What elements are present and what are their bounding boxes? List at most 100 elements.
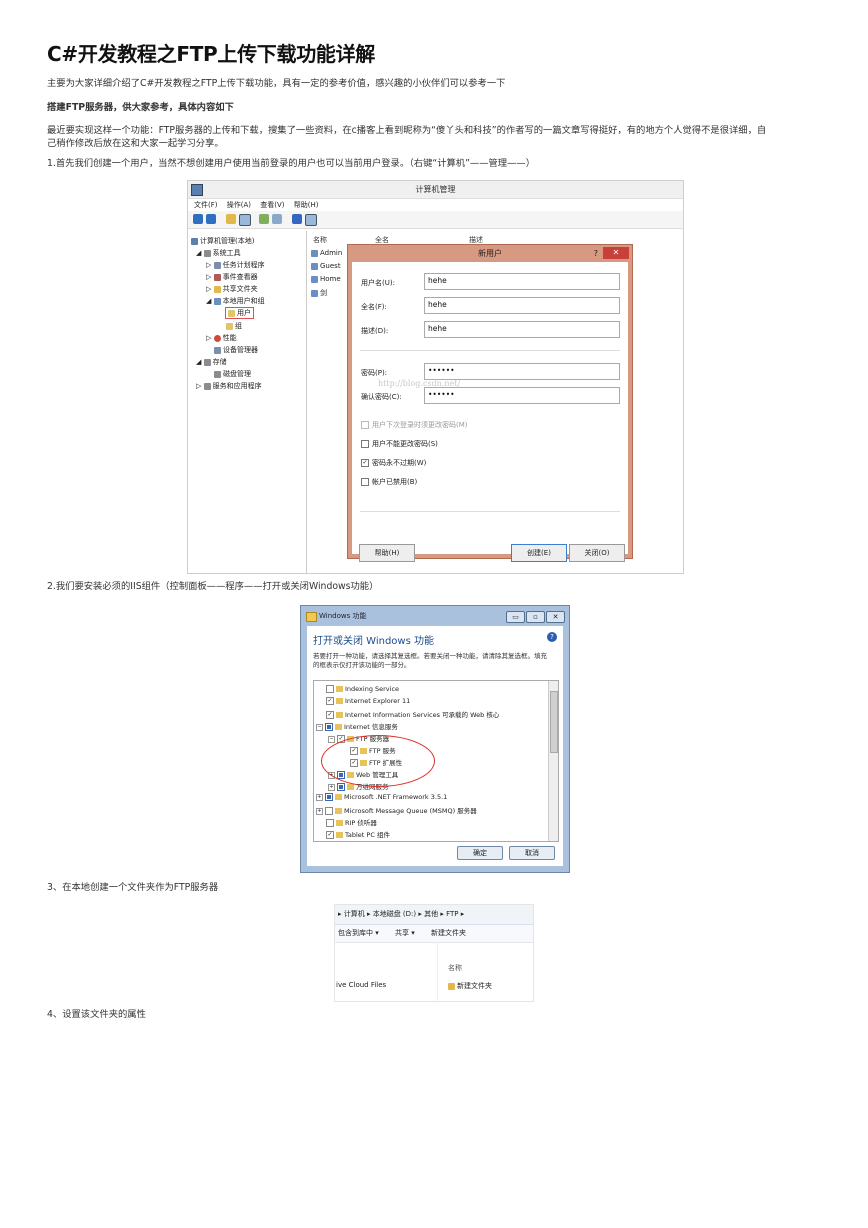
menu-view[interactable]: 查看(V) bbox=[260, 201, 284, 209]
create-button[interactable]: 创建(E) bbox=[511, 544, 567, 562]
password-field[interactable]: •••••• bbox=[424, 363, 620, 380]
minimize-icon[interactable]: ▭ bbox=[506, 611, 525, 623]
feature-dotnet-35[interactable]: + Microsoft .NET Framework 3.5.1 bbox=[316, 793, 447, 801]
user-icon bbox=[311, 262, 318, 270]
column-name[interactable]: 名称 bbox=[448, 963, 462, 973]
feature-msmq[interactable]: + Microsoft Message Queue (MSMQ) 服务器 bbox=[316, 805, 477, 815]
dialog-titlebar: 新用户 ? ✕ bbox=[348, 245, 632, 262]
nav-item-cloud-files[interactable]: ive Cloud Files bbox=[336, 981, 386, 989]
ok-button[interactable]: 确定 bbox=[457, 846, 503, 860]
window-title: 计算机管理 bbox=[415, 185, 456, 194]
tree-storage[interactable]: ◢ 存储 bbox=[196, 357, 227, 367]
address-bar[interactable]: ▸ 计算机 ▸ 本地磁盘 (D:) ▸ 其他 ▸ FTP ▸ bbox=[335, 905, 533, 925]
include-in-library-button[interactable]: 包含到库中 ▾ bbox=[338, 929, 379, 937]
feature-tablet-pc[interactable]: ✓ Tablet PC 组件 bbox=[326, 829, 390, 839]
toolbar bbox=[188, 211, 683, 229]
tree-shared-folders[interactable]: ▷ 共享文件夹 bbox=[206, 284, 258, 294]
scrollbar[interactable] bbox=[548, 681, 558, 841]
list-item[interactable]: Admin bbox=[311, 249, 342, 257]
list-item[interactable]: 新建文件夹 bbox=[448, 981, 492, 991]
tree-event-viewer[interactable]: ▷ 事件查看器 bbox=[206, 272, 258, 282]
help-icon[interactable]: ? bbox=[594, 245, 598, 262]
feature-iis[interactable]: − Internet 信息服务 bbox=[316, 721, 398, 731]
list-item[interactable]: 剑 bbox=[311, 288, 327, 298]
share-button[interactable]: 共享 ▾ bbox=[395, 929, 415, 937]
feature-rip-listener[interactable]: RIP 侦听器 bbox=[326, 817, 377, 827]
checkbox-cannot-change-password[interactable]: 用户不能更改密码(S) bbox=[361, 439, 438, 449]
expand-icon[interactable]: + bbox=[316, 793, 323, 801]
navigation-tree: 计算机管理(本地) ◢ 系统工具 ▷ 任务计划程序 ▷ 事件查看器 ▷ 共享文件… bbox=[188, 231, 307, 573]
close-button[interactable]: 关闭(O) bbox=[569, 544, 625, 562]
maximize-icon[interactable]: ▫ bbox=[526, 611, 545, 623]
checkbox-must-change-password[interactable]: 用户下次登录时须更改密码(M) bbox=[361, 420, 468, 430]
help-icon[interactable] bbox=[292, 214, 302, 224]
close-icon[interactable]: ✕ bbox=[603, 247, 629, 259]
windows-features-icon bbox=[306, 612, 317, 622]
export-icon[interactable] bbox=[259, 214, 269, 224]
step-2-text: 2.我们要安装必须的IIS组件（控制面板——程序——打开或关闭Windows功能… bbox=[47, 581, 379, 592]
tree-services-apps[interactable]: ▷ 服务和应用程序 bbox=[196, 381, 262, 391]
tree-device-manager[interactable]: 设备管理器 bbox=[214, 345, 258, 355]
description-field[interactable]: hehe bbox=[424, 321, 620, 338]
close-icon[interactable]: ✕ bbox=[546, 611, 565, 623]
fullname-label: 全名(F): bbox=[361, 303, 387, 311]
help-button[interactable]: 帮助(H) bbox=[359, 544, 415, 562]
view-icon[interactable] bbox=[305, 214, 317, 226]
collapse-icon[interactable]: − bbox=[316, 723, 323, 731]
window-titlebar: 计算机管理 bbox=[188, 181, 683, 199]
up-folder-icon[interactable] bbox=[226, 214, 236, 224]
menu-action[interactable]: 操作(A) bbox=[227, 201, 251, 209]
collapse-icon[interactable]: − bbox=[328, 735, 335, 743]
expand-icon[interactable]: + bbox=[328, 783, 335, 791]
column-name[interactable]: 名称 bbox=[313, 235, 327, 245]
event-viewer-icon bbox=[213, 273, 221, 281]
list-item[interactable]: Home bbox=[311, 275, 341, 283]
help-icon[interactable]: ? bbox=[547, 632, 557, 642]
menu-file[interactable]: 文件(F) bbox=[194, 201, 218, 209]
file-list: 名称 新建文件夹 bbox=[438, 942, 533, 1001]
performance-icon bbox=[213, 334, 221, 342]
tree-users[interactable]: 用户 bbox=[225, 307, 254, 319]
new-user-dialog: 新用户 ? ✕ 用户名(U): hehe 全名(F): hehe 描述(D): … bbox=[347, 244, 633, 562]
feature-iis-hostable-web-core[interactable]: ✓ Internet Information Services 可承载的 Web … bbox=[326, 709, 499, 719]
tree-computer-management[interactable]: 计算机管理(本地) bbox=[191, 236, 254, 246]
confirm-password-field[interactable]: •••••• bbox=[424, 387, 620, 404]
section-heading: 搭建FTP服务器，供大家参考，具体内容如下 bbox=[47, 102, 234, 113]
features-description: 若要打开一种功能，请选择其复选框。若要关闭一种功能，请清除其复选框。填充的框表示… bbox=[313, 652, 547, 669]
tree-local-users-groups[interactable]: ◢ 本地用户和组 bbox=[206, 296, 265, 306]
user-icon bbox=[311, 249, 318, 257]
folder-icon bbox=[336, 712, 343, 718]
users-icon bbox=[213, 297, 221, 305]
forward-icon[interactable] bbox=[206, 214, 216, 224]
dialog-body: 打开或关闭 Windows 功能 ? 若要打开一种功能，请选择其复选框。若要关闭… bbox=[307, 626, 563, 866]
fullname-field[interactable]: hehe bbox=[424, 297, 620, 314]
properties-icon[interactable] bbox=[272, 214, 282, 224]
explorer-screenshot: ▸ 计算机 ▸ 本地磁盘 (D:) ▸ 其他 ▸ FTP ▸ 包含到库中 ▾ 共… bbox=[334, 904, 534, 1002]
scrollbar-thumb[interactable] bbox=[550, 691, 558, 753]
show-tree-icon[interactable] bbox=[239, 214, 251, 226]
confirm-password-label: 确认密码(C): bbox=[361, 393, 402, 401]
back-icon[interactable] bbox=[193, 214, 203, 224]
paragraph-line-2: 己稍作修改后放在这和大家一起学习分享。 bbox=[47, 138, 224, 149]
tree-task-scheduler[interactable]: ▷ 任务计划程序 bbox=[206, 260, 265, 270]
feature-indexing-service[interactable]: Indexing Service bbox=[326, 685, 399, 693]
username-field[interactable]: hehe bbox=[424, 273, 620, 290]
menu-help[interactable]: 帮助(H) bbox=[294, 201, 319, 209]
folder-icon bbox=[226, 322, 233, 330]
expand-icon[interactable]: + bbox=[316, 807, 323, 815]
new-folder-button[interactable]: 新建文件夹 bbox=[431, 929, 466, 937]
cancel-button[interactable]: 取消 bbox=[509, 846, 555, 860]
folder-icon bbox=[336, 820, 343, 826]
tree-performance[interactable]: ▷ 性能 bbox=[206, 333, 237, 343]
tree-disk-management[interactable]: 磁盘管理 bbox=[214, 369, 251, 379]
window-title: Windows 功能 bbox=[319, 612, 367, 620]
tree-groups[interactable]: 组 bbox=[226, 321, 242, 331]
feature-ie11[interactable]: ✓ Internet Explorer 11 bbox=[326, 697, 410, 705]
tree-system-tools[interactable]: ◢ 系统工具 bbox=[196, 248, 241, 258]
user-icon bbox=[311, 289, 318, 297]
checkmark-icon: ✓ bbox=[361, 459, 369, 467]
divider bbox=[360, 350, 620, 351]
checkbox-account-disabled[interactable]: 帐户已禁用(B) bbox=[361, 477, 417, 487]
list-item[interactable]: Guest bbox=[311, 262, 341, 270]
checkbox-password-never-expires[interactable]: ✓ 密码永不过期(W) bbox=[361, 458, 426, 468]
